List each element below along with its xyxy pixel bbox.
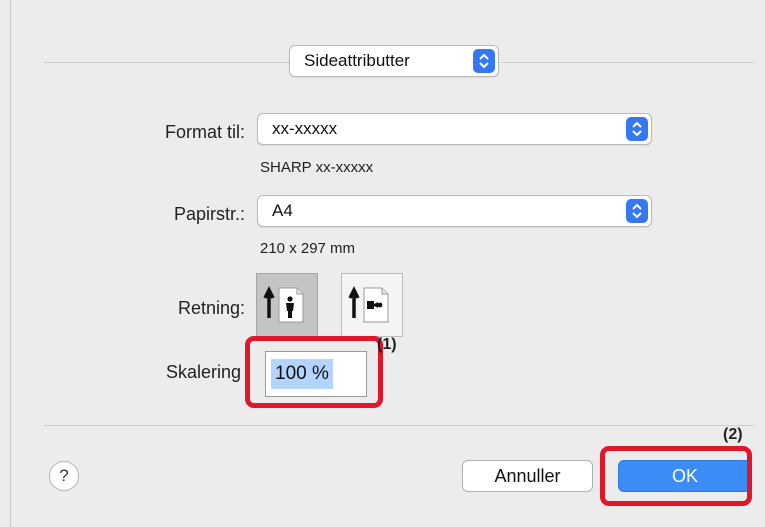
panel-select[interactable]: Sideattributter [289,45,499,77]
orientation-label: Retning: [177,298,245,318]
help-icon[interactable]: ? [49,461,79,491]
cancel-button[interactable]: Annuller [462,460,593,492]
page-setup-dialog: Sideattributter Format til: xx-xxxxx SHA… [10,0,765,527]
format-select[interactable]: xx-xxxxx [257,113,652,145]
paper-size-select[interactable]: A4 [257,195,652,227]
bottom-divider [44,425,754,426]
printer-model-text: SHARP xx-xxxxx [260,159,374,176]
format-label: Format til: [164,122,245,142]
landscape-orientation-icon [348,286,389,323]
chevron-updown-icon [473,49,495,73]
panel-select-value: Sideattributter [304,51,410,70]
chevron-updown-icon [626,117,648,141]
orientation-landscape-button[interactable] [341,273,403,337]
callout-2: (2) [723,426,743,443]
orientation-portrait-button[interactable] [256,273,318,337]
portrait-orientation-icon [263,286,304,323]
top-divider-right [501,62,754,63]
format-select-value: xx-xxxxx [272,119,338,138]
paper-size-value: A4 [272,201,293,220]
chevron-updown-icon [626,199,648,223]
top-divider-left [44,62,296,63]
callout-1: (1) [377,336,397,353]
highlight-box-2 [600,446,752,506]
scale-label: Skalering [165,362,241,382]
highlight-box-1 [245,336,383,408]
paper-dimensions-text: 210 x 297 mm [260,240,356,257]
paper-size-label: Papirstr.: [173,204,245,224]
